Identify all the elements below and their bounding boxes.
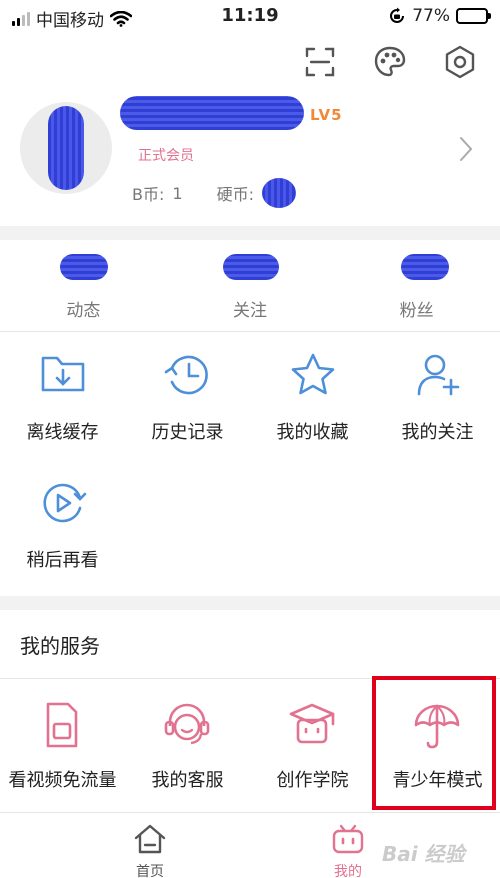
top-actions [302,44,478,80]
settings-icon[interactable] [442,44,478,80]
stat-dynamics[interactable]: 动态 [0,240,167,331]
bilibili-tv-icon [332,824,364,854]
stats-row: 动态 关注 粉丝 [0,240,500,332]
creator-academy-icon [289,703,335,744]
service-label: 我的客服 [151,770,224,791]
service-creator-academy[interactable]: 创作学院 [250,682,375,808]
service-customer-support[interactable]: 我的客服 [125,682,250,808]
stat-count-redaction [60,254,108,280]
coins-value-redaction [261,178,296,208]
b-coins-value: 1 [172,183,183,203]
service-free-data[interactable]: 看视频免流量 [0,682,125,808]
feature-label: 离线缓存 [26,422,99,443]
home-icon [134,824,166,854]
offline-cache-icon [41,356,85,392]
stat-following[interactable]: 关注 [167,240,334,331]
service-label: 看视频免流量 [8,770,117,791]
teen-mode-highlight-box [372,676,496,810]
feature-favorites[interactable]: 我的收藏 [250,334,375,462]
stat-count-redaction [401,254,450,280]
avatar[interactable] [20,102,112,194]
feature-label: 稍后再看 [26,550,99,571]
service-label: 创作学院 [276,770,349,791]
follow-user-icon [417,354,460,396]
stat-label: 关注 [233,301,267,321]
coin-balance: B币: 1 硬币: [132,178,296,208]
history-icon [164,355,208,395]
services-title: 我的服务 [20,634,100,658]
battery-icon [456,8,491,24]
tab-home[interactable]: 首页 [100,823,200,878]
sim-card-icon [46,702,78,748]
username-redaction [120,96,304,130]
coins-label: 硬币: [216,185,254,204]
feature-label: 历史记录 [151,422,224,443]
level-badge: LV5 [310,106,343,124]
profile-header[interactable]: LV5 正式会员 B币: 1 硬币: [0,92,500,212]
feature-following[interactable]: 我的关注 [375,334,500,462]
stat-label: 动态 [66,301,101,321]
battery-percent: 77% [412,6,450,26]
section-divider [0,596,500,610]
customer-service-icon [164,703,210,745]
feature-offline-cache[interactable]: 离线缓存 [0,334,125,462]
stat-fans[interactable]: 粉丝 [333,240,500,331]
feature-watch-later[interactable]: 稍后再看 [0,462,125,590]
tab-label: 首页 [136,864,164,878]
feature-label: 我的收藏 [276,422,349,443]
section-divider [0,226,500,240]
feature-history[interactable]: 历史记录 [125,334,250,462]
b-coins-label: B币: [132,185,165,204]
palette-icon[interactable] [372,44,408,80]
watch-later-icon [43,483,87,523]
status-bar: 中国移动 11:19 77% [0,0,500,34]
scan-icon[interactable] [302,44,338,80]
status-right: 77% [388,6,491,26]
stat-count-redaction [222,254,279,280]
watermark: Bai 经验 [382,842,465,866]
stat-label: 粉丝 [399,301,434,321]
favorites-star-icon [291,353,335,395]
feature-label: 我的关注 [401,422,474,443]
avatar-redaction [48,106,84,190]
orientation-lock-icon [390,7,405,23]
chevron-right-icon[interactable] [458,136,474,162]
member-status: 正式会员 [138,148,194,164]
